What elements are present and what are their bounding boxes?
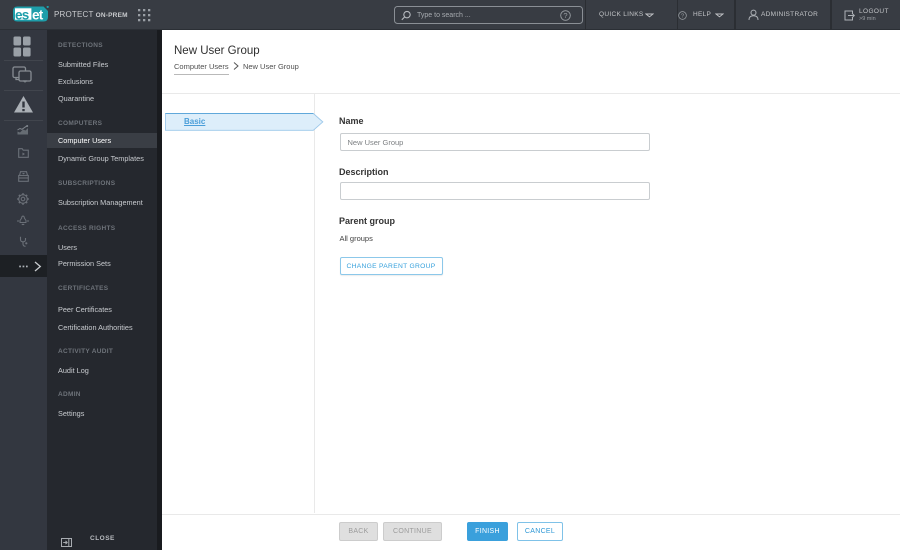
svg-text:et: et bbox=[32, 8, 44, 23]
svg-text:?: ? bbox=[563, 11, 567, 20]
svg-text:es: es bbox=[15, 8, 29, 23]
svg-text:?: ? bbox=[681, 13, 684, 19]
